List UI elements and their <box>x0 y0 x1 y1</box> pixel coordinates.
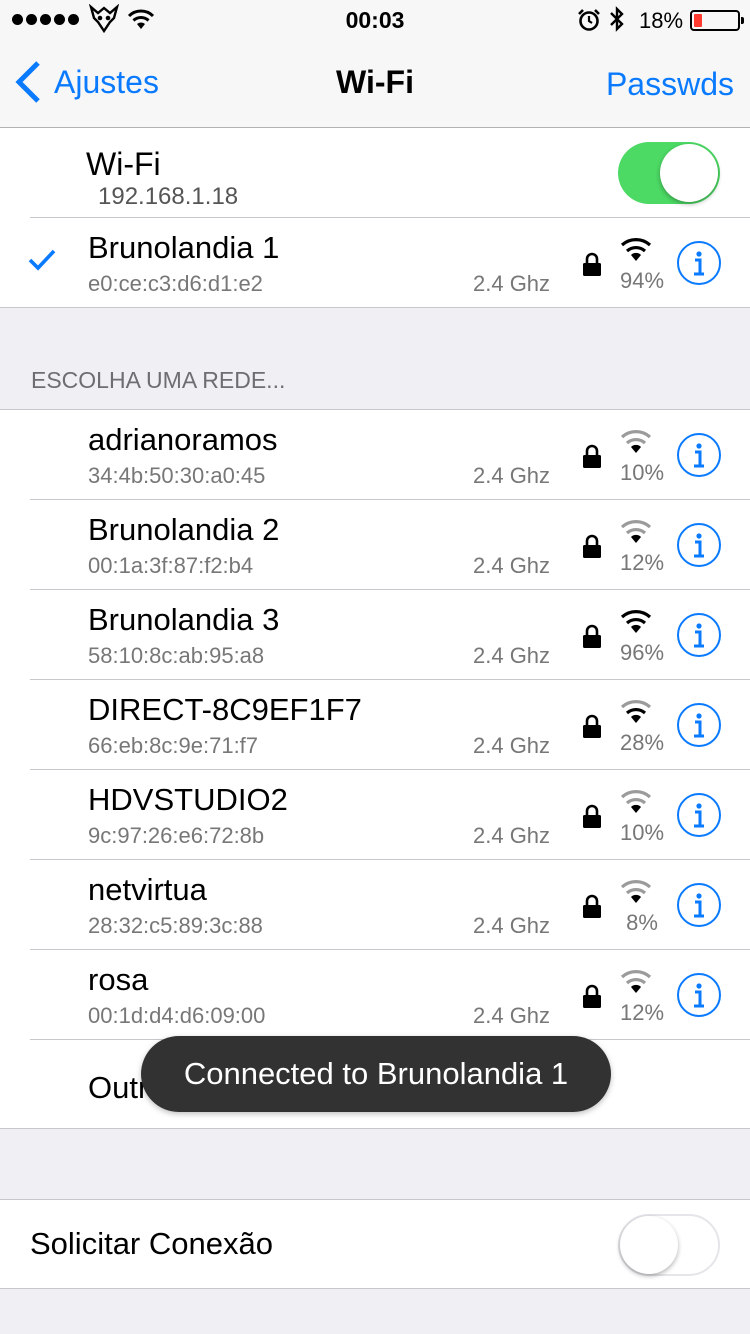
info-button[interactable] <box>677 433 721 477</box>
battery-level <box>694 14 702 27</box>
wifi-status-group: Wi-Fi 192.168.1.18 Brunolandia 1 e0:ce:c… <box>0 128 750 308</box>
signal-percent: 28% <box>619 730 665 755</box>
network-name: HDVSTUDIO2 <box>88 782 288 817</box>
wifi-toggle-row: Wi-Fi 192.168.1.18 <box>0 128 750 218</box>
network-row[interactable]: adrianoramos 34:4b:50:30:a0:45 2.4 Ghz 10% <box>0 410 750 500</box>
info-button[interactable] <box>677 883 721 927</box>
toast-notification: Connected to Brunolandia 1 <box>141 1036 611 1112</box>
network-name: Brunolandia 1 <box>88 230 280 265</box>
wifi-toggle[interactable] <box>618 142 720 204</box>
info-icon <box>694 983 704 1008</box>
network-name: rosa <box>88 962 149 997</box>
network-mac: 66:eb:8c:9e:71:f7 <box>88 733 259 758</box>
network-mac: 00:1d:d4:d6:09:00 <box>88 1003 266 1028</box>
ip-address: 192.168.1.18 <box>98 183 239 210</box>
alarm-icon <box>578 9 600 31</box>
info-icon <box>694 803 704 828</box>
network-band: 2.4 Ghz <box>473 1003 551 1028</box>
network-row[interactable]: Brunolandia 2 00:1a:3f:87:f2:b4 2.4 Ghz 12% <box>0 500 750 590</box>
status-time: 00:03 <box>345 7 405 33</box>
wifi-label: Wi-Fi <box>86 146 161 182</box>
network-band: 2.4 Ghz <box>473 271 551 296</box>
checkmark-icon <box>28 249 56 271</box>
status-bar: 00:03 18% <box>0 0 750 40</box>
signal-percent: 94% <box>619 268 665 293</box>
network-band: 2.4 Ghz <box>473 643 551 668</box>
network-mac: 58:10:8c:ab:95:a8 <box>88 643 265 668</box>
signal-percent: 12% <box>619 1000 665 1025</box>
wifi-signal-icon <box>620 790 652 813</box>
wifi-signal-icon <box>620 700 652 723</box>
network-band: 2.4 Ghz <box>473 823 551 848</box>
connected-network-row[interactable]: Brunolandia 1 e0:ce:c3:d6:d1:e2 2.4 Ghz … <box>0 218 750 308</box>
info-icon <box>694 251 704 276</box>
wifi-signal-icon <box>620 970 652 993</box>
network-mac: 34:4b:50:30:a0:45 <box>88 463 266 488</box>
lock-icon <box>583 984 601 1008</box>
network-name: netvirtua <box>88 872 207 907</box>
info-button[interactable] <box>677 703 721 747</box>
network-row[interactable]: DIRECT-8C9EF1F7 66:eb:8c:9e:71:f7 2.4 Ghz 2… <box>0 680 750 770</box>
info-icon <box>694 533 704 558</box>
battery-icon <box>690 10 744 31</box>
network-mac: 00:1a:3f:87:f2:b4 <box>88 553 254 578</box>
info-button[interactable] <box>677 973 721 1017</box>
lock-icon <box>583 534 601 558</box>
info-icon <box>694 713 704 738</box>
lock-icon <box>583 714 601 738</box>
signal-percent: 10% <box>619 820 665 845</box>
network-mac: 28:32:c5:89:3c:88 <box>88 913 263 938</box>
bluetooth-icon <box>610 6 624 32</box>
network-name: adrianoramos <box>88 422 278 457</box>
network-name: Brunolandia 3 <box>88 602 280 637</box>
battery-percent: 18% <box>639 8 684 33</box>
network-name: DIRECT-8C9EF1F7 <box>88 692 362 727</box>
signal-percent: 96% <box>619 640 665 665</box>
network-name: Brunolandia 2 <box>88 512 280 547</box>
navigation-bar: Ajustes Wi-Fi Passwds <box>0 40 750 128</box>
lock-icon <box>583 444 601 468</box>
ask-to-join-group: Solicitar Conexão <box>0 1199 750 1289</box>
info-icon <box>694 443 704 468</box>
wifi-signal-icon <box>620 610 652 633</box>
network-band: 2.4 Ghz <box>473 553 551 578</box>
wifi-signal-icon <box>620 430 652 453</box>
lock-icon <box>583 252 601 276</box>
info-button[interactable] <box>677 613 721 657</box>
network-row[interactable]: netvirtua 28:32:c5:89:3c:88 2.4 Ghz 8% <box>0 860 750 950</box>
info-button[interactable] <box>677 793 721 837</box>
wifi-signal-icon <box>620 520 652 543</box>
lock-icon <box>583 894 601 918</box>
network-mac: 9c:97:26:e6:72:8b <box>88 823 265 848</box>
network-mac: e0:ce:c3:d6:d1:e2 <box>88 271 263 296</box>
lock-icon <box>583 624 601 648</box>
info-button[interactable] <box>677 241 721 285</box>
wifi-signal-icon <box>620 238 652 261</box>
network-band: 2.4 Ghz <box>473 463 551 488</box>
info-button[interactable] <box>677 523 721 567</box>
network-band: 2.4 Ghz <box>473 733 551 758</box>
network-band: 2.4 Ghz <box>473 913 551 938</box>
passwords-button[interactable]: Passwds <box>606 66 734 103</box>
signal-percent: 8% <box>626 910 658 935</box>
info-icon <box>694 623 704 648</box>
info-icon <box>694 893 704 918</box>
ask-to-join-toggle[interactable] <box>618 1214 720 1276</box>
lock-icon <box>583 804 601 828</box>
network-row[interactable]: Brunolandia 3 58:10:8c:ab:95:a8 2.4 Ghz 96% <box>0 590 750 680</box>
network-list: adrianoramos 34:4b:50:30:a0:45 2.4 Ghz 10% B… <box>0 409 750 1129</box>
ask-to-join-label: Solicitar Conexão <box>30 1226 273 1261</box>
signal-percent: 12% <box>619 550 665 575</box>
network-row[interactable]: rosa 00:1d:d4:d6:09:00 2.4 Ghz 12% <box>0 950 750 1040</box>
wifi-signal-icon <box>620 880 652 903</box>
signal-percent: 10% <box>619 460 665 485</box>
network-row[interactable]: HDVSTUDIO2 9c:97:26:e6:72:8b 2.4 Ghz 10% <box>0 770 750 860</box>
section-header: ESCOLHA UMA REDE... <box>31 367 286 393</box>
